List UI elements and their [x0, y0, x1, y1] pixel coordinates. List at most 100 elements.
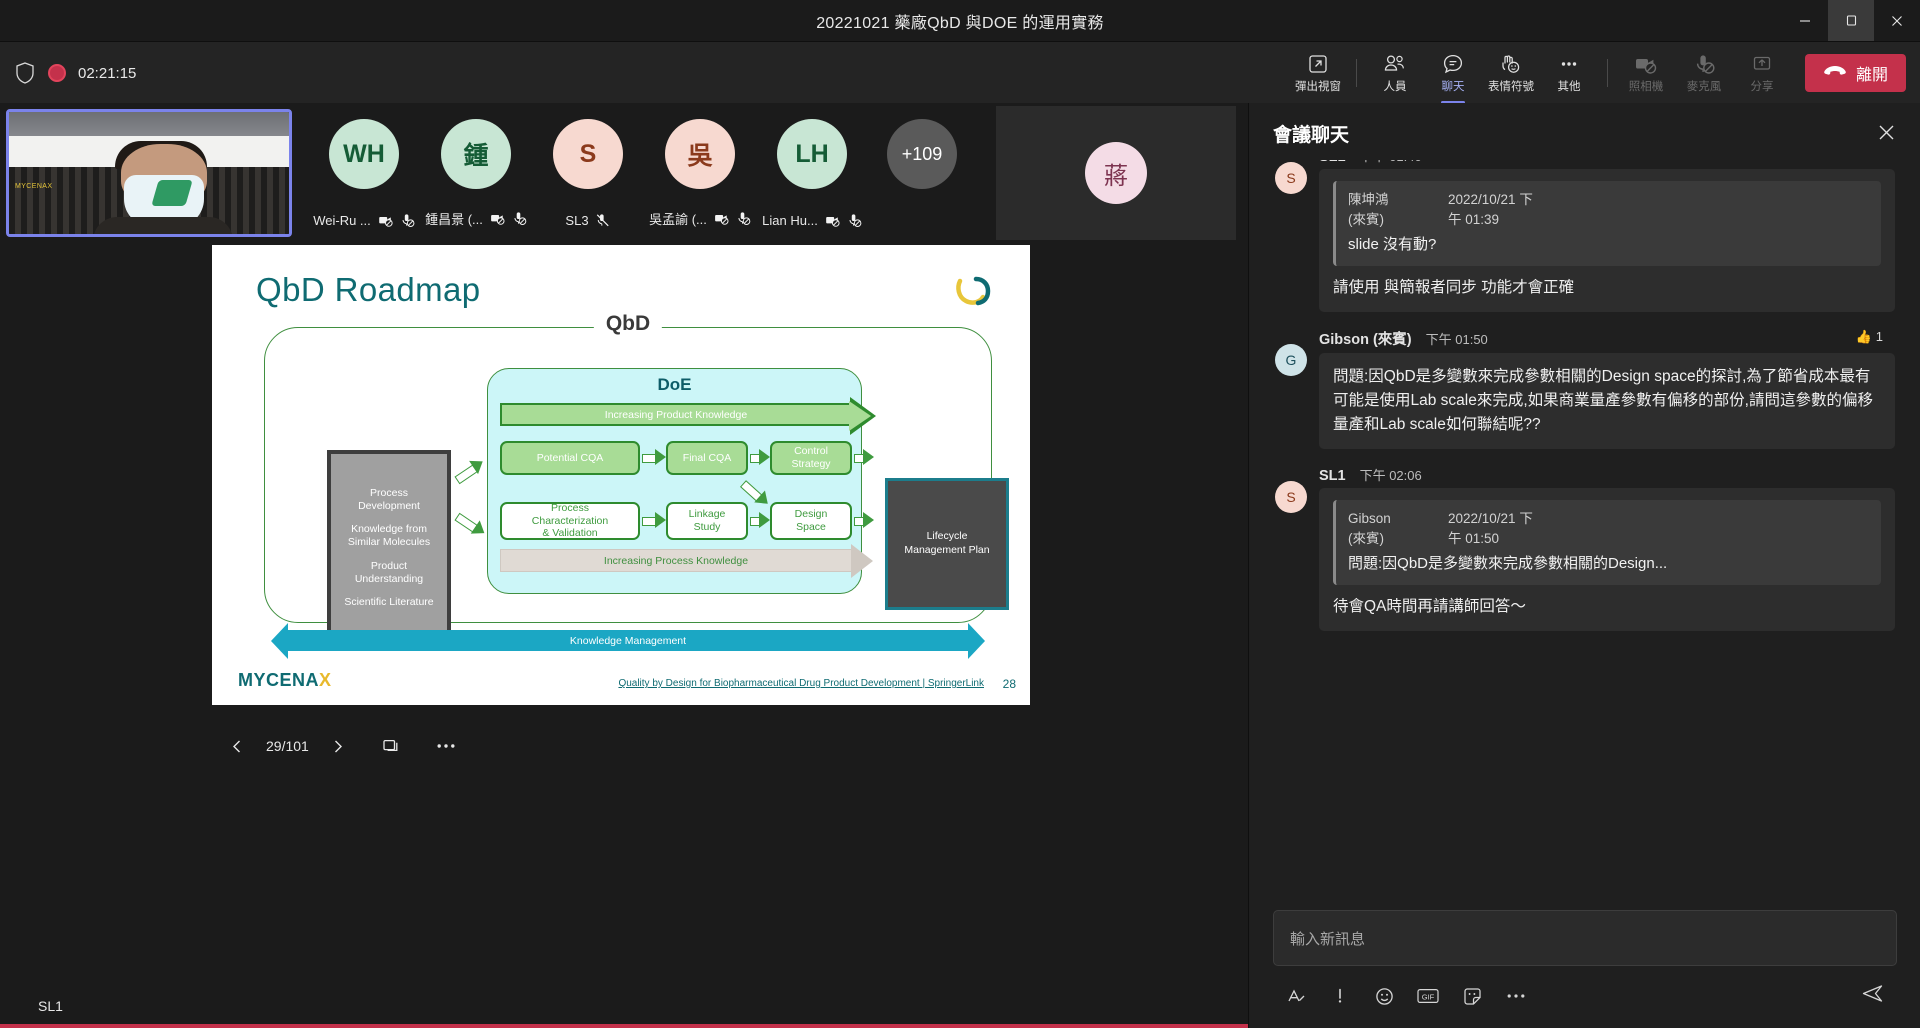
chat-sender: SL1: [1319, 160, 1346, 165]
people-button[interactable]: 人員: [1366, 45, 1424, 101]
slide-thumbnails-button[interactable]: [375, 729, 409, 763]
participant-name: Lian Hu...: [762, 213, 818, 228]
presentation-slide[interactable]: QbD Roadmap QbD Process Development Knowl…: [212, 245, 1030, 705]
quoted-time: 2022/10/21 下 午 01:50: [1448, 510, 1533, 546]
action-bar-left: 02:21:15: [14, 42, 136, 104]
people-label: 人員: [1383, 80, 1407, 93]
participant-tile-1[interactable]: 鍾 鍾昌景 (...: [412, 109, 540, 237]
mycenax-wordmark: MYCENAX: [238, 670, 332, 691]
chat-compose-toolbar: GIF: [1273, 976, 1897, 1016]
leave-label: 離開: [1855, 67, 1888, 84]
meeting-timer: 02:21:15: [78, 64, 137, 82]
avatar: S: [1275, 480, 1307, 513]
close-button[interactable]: [1874, 0, 1920, 41]
more-button[interactable]: 其他: [1540, 45, 1598, 101]
toolbar-divider-2: [1606, 59, 1608, 87]
chat-title: 會議聊天: [1273, 125, 1350, 146]
popout-button[interactable]: 彈出視窗: [1289, 45, 1347, 101]
participant-meta-0: Wei-Ru ...: [313, 213, 415, 228]
sticker-icon[interactable]: [1461, 985, 1483, 1007]
camera-off-icon: [378, 213, 393, 228]
chat-sender: Gibson (來賓): [1319, 331, 1412, 348]
quoted-header: 陳坤鴻 (來賓) 2022/10/21 下 午 01:39: [1348, 190, 1869, 229]
important-icon[interactable]: [1329, 985, 1351, 1007]
node-final-cqa: Final CQA: [666, 441, 748, 475]
chat-header: 會議聊天: [1249, 103, 1920, 160]
node-linkage-study: Linkage Study: [666, 502, 748, 540]
share-button[interactable]: 分享: [1733, 45, 1791, 101]
toolbar-divider: [1355, 59, 1357, 87]
chat-message-header: Gibson (來賓) 下午 01:50: [1319, 328, 1895, 349]
svg-text:GIF: GIF: [1422, 992, 1435, 1001]
camera-button[interactable]: 照相機: [1617, 45, 1675, 101]
format-text-icon[interactable]: [1285, 985, 1307, 1007]
participant-tile-4[interactable]: LH Lian Hu...: [748, 109, 876, 237]
arrow-final-to-design: [739, 480, 763, 502]
mic-button[interactable]: 麥克風: [1675, 45, 1733, 101]
arrow-proc-to-linkage: [642, 512, 666, 528]
emoji-icon[interactable]: [1373, 985, 1395, 1007]
participant-name: 吳孟諭 (...: [649, 212, 707, 227]
increasing-product-knowledge-arrow: Increasing Product Knowledge: [500, 397, 876, 435]
next-slide-button[interactable]: [321, 729, 355, 763]
meeting-action-bar: 02:21:15 彈出視窗 人員 聊天 表情符號 其他 照相機 麥克風 分享 離…: [0, 41, 1920, 104]
chat-text: 請使用 與簡報者同步 功能才會正確: [1333, 278, 1575, 296]
leave-button[interactable]: 離開: [1804, 54, 1906, 92]
spotlight-tile[interactable]: 蔣: [996, 106, 1236, 240]
arrow-final-to-control: [750, 449, 770, 465]
mic-off-icon: [596, 213, 611, 228]
send-icon[interactable]: [1862, 984, 1883, 1008]
quoted-header: Gibson (來賓) 2022/10/21 下 午 01:50: [1348, 509, 1869, 548]
arrow-linkage-to-design: [750, 512, 770, 528]
quoted-message: 陳坤鴻 (來賓) 2022/10/21 下 午 01:39 slide 沒有動?: [1333, 181, 1881, 266]
chat-button[interactable]: 聊天: [1424, 45, 1482, 104]
chat-message-header: SL1 下午 02:06: [1319, 465, 1895, 484]
avatar: 吳: [665, 119, 735, 189]
slide-title: QbD Roadmap: [256, 271, 481, 308]
giphy-icon[interactable]: GIF: [1417, 985, 1439, 1007]
chat-compose-box[interactable]: 輸入新訊息: [1273, 910, 1897, 966]
self-video-tile[interactable]: MYCENAX: [6, 109, 292, 237]
participant-overflow-tile[interactable]: +109: [858, 109, 986, 237]
participant-tile-3[interactable]: 吳 吳孟諭 (...: [636, 109, 764, 237]
quoted-text: slide 沒有動?: [1348, 236, 1437, 254]
slide-more-button[interactable]: [429, 729, 463, 763]
reactions-button[interactable]: 表情符號: [1482, 45, 1540, 101]
company-logo-icon: [954, 273, 996, 315]
chat-message-list[interactable]: S SL1 下午 01:40 陳坤鴻 (來賓) 2022/10/21 下 午 0…: [1249, 160, 1920, 745]
avatar: S: [1275, 162, 1307, 194]
restore-button[interactable]: [1828, 0, 1874, 41]
source-link[interactable]: Quality by Design for Biopharmaceutical …: [618, 678, 984, 689]
brand-text: MYCENA: [238, 670, 320, 690]
participant-tile-0[interactable]: WH Wei-Ru ...: [300, 109, 428, 237]
chat-bubble: 👍 1 問題:因QbD是多變數來完成參數相關的Design space的探討,為…: [1319, 329, 1895, 449]
shield-icon: [14, 61, 36, 85]
participant-tile-2[interactable]: S SL3: [524, 109, 652, 237]
participant-name: SL3: [565, 213, 589, 228]
participant-meta-3: 吳孟諭 (...: [649, 209, 751, 228]
node-potential-cqa: Potential CQA: [500, 441, 640, 475]
compose-more-icon[interactable]: [1505, 985, 1527, 1007]
quoted-sender: Gibson (來賓): [1348, 510, 1391, 546]
quoted-message: Gibson (來賓) 2022/10/21 下 午 01:50 問題:因QbD…: [1333, 499, 1881, 585]
qbd-label: QbD: [593, 312, 663, 336]
chat-message: S SL1 下午 02:06 Gibson (來賓) 2022/10/21 下 …: [1275, 465, 1895, 631]
overflow-count: +109: [887, 119, 957, 189]
knowledge-management-label: Knowledge Management: [569, 634, 687, 647]
node-process-characterization: Process Characterization & Validation: [500, 502, 640, 540]
chat-text: 問題:因QbD是多變數來完成參數相關的Design space的探討,為了節省成…: [1333, 367, 1873, 433]
meeting-title: 20221021 藥廠QbD 與DOE 的運用實務: [816, 14, 1104, 32]
quoted-sender: 陳坤鴻 (來賓): [1348, 192, 1389, 227]
minimize-button[interactable]: [1782, 0, 1828, 41]
reaction-badge[interactable]: 👍 1: [1856, 327, 1883, 347]
process-arrow-label: Increasing Process Knowledge: [603, 554, 749, 567]
chat-input-placeholder: 輸入新訊息: [1290, 931, 1366, 948]
slide-counter: 29/101: [266, 738, 309, 754]
previous-slide-button[interactable]: [220, 729, 254, 763]
arrow-inputs-to-bottom: [454, 512, 478, 533]
participant-name: 鍾昌景 (...: [425, 212, 483, 227]
close-icon[interactable]: [1873, 119, 1899, 145]
input-line-0: Process Development: [358, 486, 420, 512]
chat-label: 聊天: [1441, 80, 1465, 93]
chat-sender: SL1: [1319, 467, 1346, 484]
